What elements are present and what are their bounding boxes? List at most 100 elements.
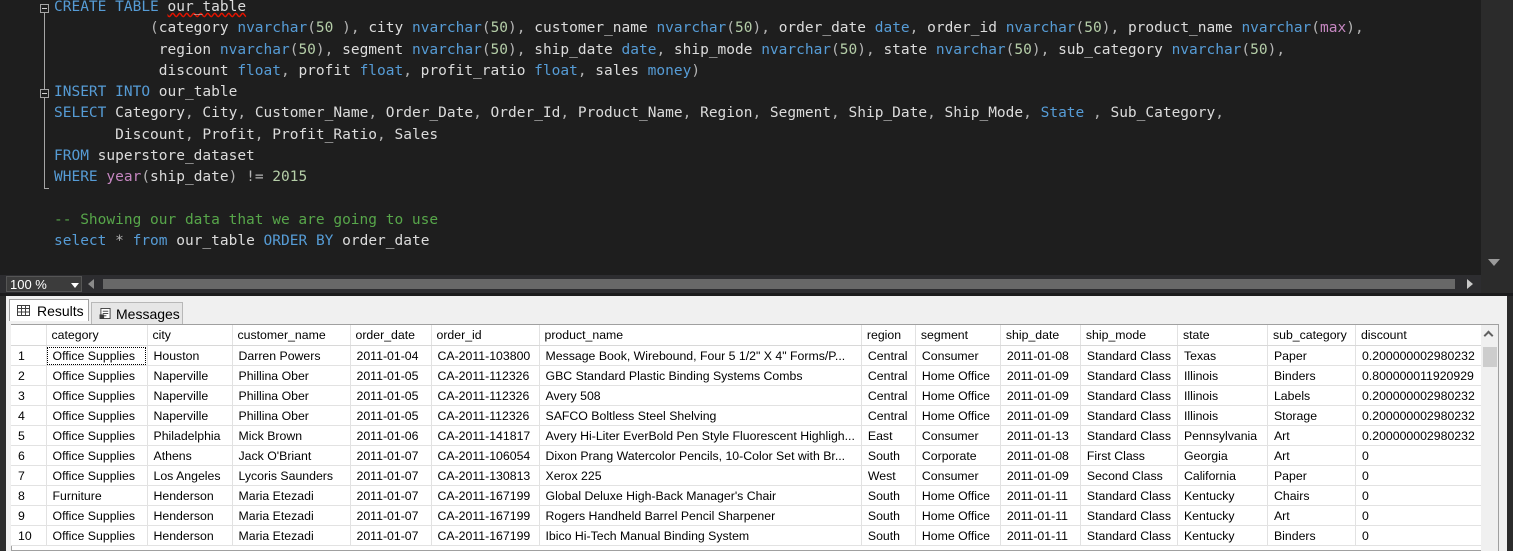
cell-sub-category[interactable]: Binders xyxy=(1267,525,1356,546)
cell-order-date[interactable]: 2011-01-05 xyxy=(350,365,432,386)
code-line[interactable]: -- Showing our data that we are going to… xyxy=(54,210,1364,231)
cell-discount[interactable]: 0 xyxy=(1355,465,1487,486)
cell-discount[interactable]: 0 xyxy=(1355,505,1487,526)
cell-order-id[interactable]: CA-2011-130813 xyxy=(431,465,540,486)
editor-vertical-scrollbar[interactable] xyxy=(1481,0,1513,275)
cell-sub-category[interactable]: Chairs xyxy=(1267,485,1356,506)
cell-region[interactable]: West xyxy=(861,465,916,486)
cell-order-id[interactable]: CA-2011-167199 xyxy=(431,525,540,546)
cell-ship-mode[interactable]: Standard Class xyxy=(1080,405,1178,426)
cell-ship-mode[interactable]: Standard Class xyxy=(1080,505,1178,526)
cell-segment[interactable]: Consumer xyxy=(915,465,1001,486)
code-line[interactable]: CREATE TABLE our_table xyxy=(54,0,1364,18)
cell-product-name[interactable]: Rogers Handheld Barrel Pencil Sharpener xyxy=(539,505,862,526)
cell-city[interactable]: Henderson xyxy=(147,485,233,506)
cell-category[interactable]: Office Supplies xyxy=(46,405,148,426)
column-header-discount[interactable]: discount xyxy=(1355,325,1487,346)
cell-sub-category[interactable]: Labels xyxy=(1267,385,1356,406)
cell-region[interactable]: South xyxy=(861,445,916,466)
cell-segment[interactable]: Home Office xyxy=(915,485,1001,506)
cell-ship-date[interactable]: 2011-01-11 xyxy=(1000,485,1081,506)
cell-ship-date[interactable]: 2011-01-08 xyxy=(1000,345,1081,366)
row-number[interactable]: 4 xyxy=(11,405,47,426)
cell-city[interactable]: Naperville xyxy=(147,365,233,386)
cell-state[interactable]: Pennsylvania xyxy=(1177,425,1268,446)
table-row[interactable]: 1 Office Supplies Houston Darren Powers 2011… xyxy=(11,345,1487,366)
cell-ship-mode[interactable]: Second Class xyxy=(1080,465,1178,486)
cell-ship-mode[interactable]: Standard Class xyxy=(1080,365,1178,386)
cell-sub-category[interactable]: Storage xyxy=(1267,405,1356,426)
cell-segment[interactable]: Home Office xyxy=(915,385,1001,406)
cell-order-date[interactable]: 2011-01-06 xyxy=(350,425,432,446)
row-number[interactable]: 8 xyxy=(11,485,47,506)
code-line[interactable]: FROM superstore_dataset xyxy=(54,146,1364,167)
cell-discount[interactable]: 0.200000002980232 xyxy=(1355,405,1487,426)
cell-order-id[interactable]: CA-2011-112326 xyxy=(431,405,540,426)
results-grid[interactable]: category city customer_name order_date order… xyxy=(11,325,1487,546)
cell-category[interactable]: Office Supplies xyxy=(46,505,148,526)
column-header-order-id[interactable]: order_id xyxy=(431,325,540,346)
cell-discount[interactable]: 0.200000002980232 xyxy=(1355,425,1487,446)
column-header-ship-mode[interactable]: ship_mode xyxy=(1080,325,1178,346)
cell-ship-date[interactable]: 2011-01-11 xyxy=(1000,525,1081,546)
chevron-down-icon[interactable] xyxy=(71,283,79,288)
cell-customer-name[interactable]: Lycoris Saunders xyxy=(232,465,351,486)
scroll-right-icon[interactable] xyxy=(1467,279,1473,289)
column-header-category[interactable]: category xyxy=(46,325,148,346)
cell-ship-date[interactable]: 2011-01-09 xyxy=(1000,465,1081,486)
column-header-product-name[interactable]: product_name xyxy=(539,325,862,346)
cell-customer-name[interactable]: Maria Etezadi xyxy=(232,505,351,526)
cell-ship-mode[interactable]: Standard Class xyxy=(1080,485,1178,506)
cell-product-name[interactable]: GBC Standard Plastic Binding Systems Com… xyxy=(539,365,862,386)
cell-ship-mode[interactable]: First Class xyxy=(1080,445,1178,466)
cell-segment[interactable]: Corporate xyxy=(915,445,1001,466)
cell-customer-name[interactable]: Jack O'Briant xyxy=(232,445,351,466)
cell-order-date[interactable]: 2011-01-05 xyxy=(350,385,432,406)
cell-city[interactable]: Henderson xyxy=(147,505,233,526)
cell-state[interactable]: Georgia xyxy=(1177,445,1268,466)
cell-customer-name[interactable]: Maria Etezadi xyxy=(232,485,351,506)
cell-order-id[interactable]: CA-2011-112326 xyxy=(431,365,540,386)
cell-customer-name[interactable]: Phillina Ober xyxy=(232,405,351,426)
cell-segment[interactable]: Home Office xyxy=(915,405,1001,426)
cell-customer-name[interactable]: Darren Powers xyxy=(232,345,351,366)
cell-city[interactable]: Los Angeles xyxy=(147,465,233,486)
cell-ship-date[interactable]: 2011-01-09 xyxy=(1000,405,1081,426)
cell-region[interactable]: Central xyxy=(861,345,916,366)
column-header-state[interactable]: state xyxy=(1177,325,1268,346)
code-line[interactable]: (category nvarchar(50 ), city nvarchar(5… xyxy=(54,18,1364,39)
cell-sub-category[interactable]: Paper xyxy=(1267,465,1356,486)
cell-category[interactable]: Office Supplies xyxy=(46,365,148,386)
cell-category[interactable]: Office Supplies xyxy=(46,465,148,486)
cell-discount[interactable]: 0 xyxy=(1355,525,1487,546)
tab-results[interactable]: Results xyxy=(9,299,89,321)
cell-category[interactable]: Office Supplies xyxy=(46,385,148,406)
column-header-region[interactable]: region xyxy=(861,325,916,346)
cell-region[interactable]: Central xyxy=(861,405,916,426)
cell-city[interactable]: Naperville xyxy=(147,405,233,426)
cell-ship-date[interactable]: 2011-01-09 xyxy=(1000,365,1081,386)
cell-order-id[interactable]: CA-2011-103800 xyxy=(431,345,540,366)
table-row[interactable]: 6 Office Supplies Athens Jack O'Briant 2011-… xyxy=(11,445,1487,466)
cell-region[interactable]: Central xyxy=(861,365,916,386)
code-line[interactable]: SELECT Category, City, Customer_Name, Or… xyxy=(54,103,1364,124)
cell-product-name[interactable]: Global Deluxe High-Back Manager's Chair xyxy=(539,485,862,506)
code-line[interactable] xyxy=(54,189,1364,210)
cell-state[interactable]: Texas xyxy=(1177,345,1268,366)
cell-sub-category[interactable]: Paper xyxy=(1267,345,1356,366)
column-header-sub-category[interactable]: sub_category xyxy=(1267,325,1356,346)
cell-segment[interactable]: Home Office xyxy=(915,365,1001,386)
collapse-icon[interactable] xyxy=(40,4,49,13)
cell-ship-date[interactable]: 2011-01-08 xyxy=(1000,445,1081,466)
cell-region[interactable]: South xyxy=(861,505,916,526)
cell-ship-date[interactable]: 2011-01-11 xyxy=(1000,505,1081,526)
cell-segment[interactable]: Consumer xyxy=(915,345,1001,366)
sql-code[interactable]: CREATE TABLE our_table (category nvarcha… xyxy=(54,0,1364,253)
cell-discount[interactable]: 0 xyxy=(1355,445,1487,466)
cell-customer-name[interactable]: Phillina Ober xyxy=(232,385,351,406)
cell-sub-category[interactable]: Binders xyxy=(1267,365,1356,386)
column-header-customer-name[interactable]: customer_name xyxy=(232,325,351,346)
cell-city[interactable]: Naperville xyxy=(147,385,233,406)
cell-ship-mode[interactable]: Standard Class xyxy=(1080,385,1178,406)
cell-state[interactable]: Kentucky xyxy=(1177,505,1268,526)
